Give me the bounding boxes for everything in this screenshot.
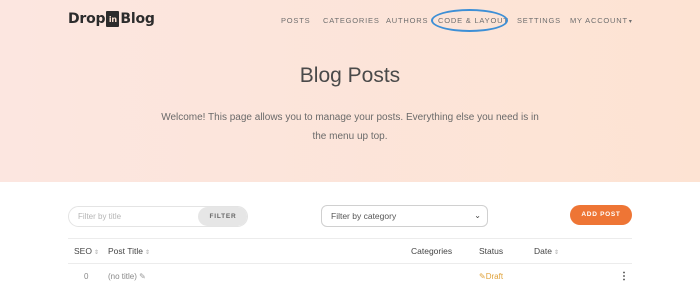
row-status: ✎Draft	[479, 264, 503, 290]
sort-icon: ⇕	[553, 250, 559, 256]
nav-my-account-label: MY ACCOUNT	[570, 16, 628, 25]
row-title[interactable]: (no title) ✎	[108, 264, 146, 290]
status-badge: Draft	[485, 272, 504, 281]
row-menu-icon[interactable]: ⋮	[619, 264, 629, 290]
category-filter-select[interactable]: Filter by category ⌄	[321, 205, 488, 227]
th-status: Status	[479, 246, 504, 256]
pencil-icon[interactable]: ✎	[139, 272, 146, 281]
page-intro: Welcome! This page allows you to manage …	[161, 112, 539, 142]
category-select-value: Filter by category	[331, 211, 397, 221]
add-post-button[interactable]: ADD POST	[570, 205, 632, 225]
th-post-title-label: Post Title	[108, 246, 143, 256]
highlight-oval-annotation	[431, 9, 508, 32]
th-categories: Categories	[411, 246, 453, 256]
th-seo-label: SEO	[74, 246, 92, 256]
caret-down-icon: ▾	[628, 19, 633, 25]
logo-text-blog: Blog	[120, 11, 155, 27]
nav-categories[interactable]: CATEGORIES	[323, 16, 380, 26]
dropinblog-logo[interactable]: Drop in Blog	[68, 10, 155, 28]
filter-title-input[interactable]	[69, 207, 199, 226]
row-title-text: (no title)	[108, 272, 137, 281]
th-seo[interactable]: SEO ⇕	[74, 239, 99, 263]
logo-in-badge: in	[106, 11, 120, 27]
page-title: Blog Posts	[299, 64, 401, 87]
logo-text-drop: Drop	[68, 11, 106, 27]
filter-button[interactable]: FILTER	[198, 207, 247, 226]
th-date-label: Date	[534, 246, 552, 256]
row-seo-score: 0	[84, 272, 89, 281]
nav-posts[interactable]: POSTS	[281, 16, 310, 26]
nav-authors[interactable]: AUTHORS	[386, 16, 428, 26]
nav-my-account[interactable]: MY ACCOUNT▾	[570, 16, 633, 26]
pencil-icon: ✎	[479, 272, 486, 281]
th-date[interactable]: Date ⇕	[534, 239, 559, 263]
posts-table-header: SEO ⇕ Post Title ⇕ Categories Status Date ⇕	[68, 238, 632, 264]
title-filter: FILTER	[68, 206, 248, 227]
sort-icon: ⇕	[144, 250, 150, 256]
sort-icon: ⇕	[93, 250, 99, 256]
table-row[interactable]: 0 (no title) ✎ ✎Draft ⋮	[68, 264, 632, 290]
th-post-title[interactable]: Post Title ⇕	[108, 239, 150, 263]
nav-settings[interactable]: SETTINGS	[517, 16, 561, 26]
chevron-down-icon: ⌄	[474, 211, 481, 220]
